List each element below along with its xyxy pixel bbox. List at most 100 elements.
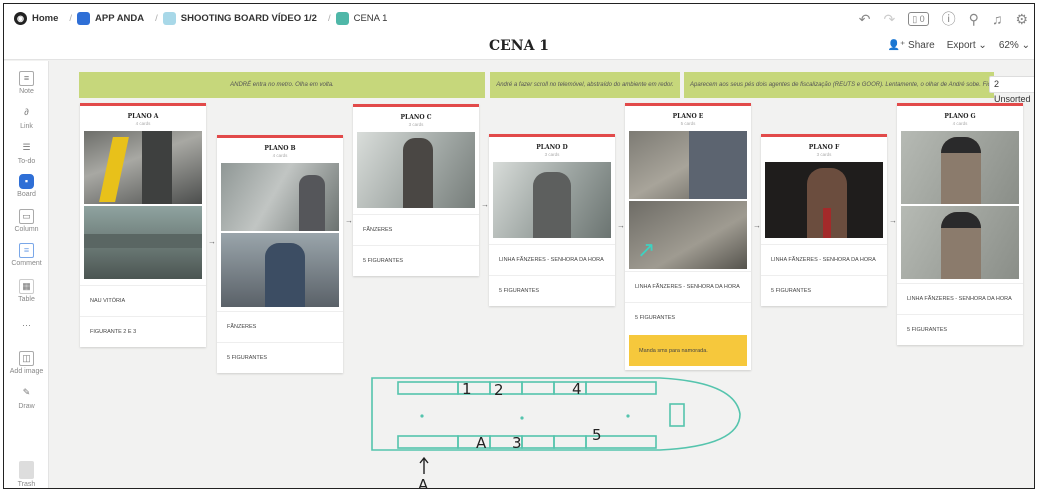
app-frame: ◉ Home / APP ANDA / SHOOTING BOARD VÍDEO… — [3, 3, 1035, 489]
shot-photo — [84, 131, 202, 204]
tool-draw[interactable]: ✎ Draw — [4, 386, 49, 410]
cabin-door — [669, 403, 685, 427]
breadcrumb-shooting-board[interactable]: SHOOTING BOARD VÍDEO 1/2 — [181, 13, 317, 24]
shot-photo: ↗ — [629, 201, 747, 269]
trash-icon — [19, 461, 34, 479]
home-icon[interactable]: ◉ — [14, 11, 27, 25]
seat-row — [521, 381, 555, 395]
undo-icon[interactable]: ↶ — [859, 11, 871, 28]
seat-row — [585, 381, 657, 395]
seat-row — [521, 435, 555, 449]
breadcrumb-cena-1[interactable]: CENA 1 — [354, 13, 388, 24]
card-title: PLANO B — [264, 145, 296, 152]
tool-more[interactable]: ··· — [4, 319, 49, 336]
tool-add-image[interactable]: ◫ Add image — [4, 351, 49, 375]
breadcrumb-home[interactable]: Home — [32, 13, 58, 24]
tool-comment[interactable]: ≡ Comment — [4, 243, 49, 267]
scene-note-banner[interactable]: ANDRÉ entra no metro. Olha em volta. — [79, 72, 485, 98]
board-icon — [335, 11, 349, 25]
card-note: 5 FIGURANTES — [897, 314, 1023, 345]
scene-note-banner[interactable]: Aparecem aos seus pés dois agentes de fi… — [684, 72, 994, 98]
tool-todo[interactable]: ☰ To-do — [4, 141, 49, 165]
card-note: LINHA FÃNZERES - SENHORA DA HORA — [897, 283, 1023, 314]
breadcrumb-separator: / — [69, 12, 73, 24]
card-note: 5 FIGURANTES — [489, 275, 615, 306]
sketch-label: 1 — [462, 380, 472, 398]
connector-arrow: → — [208, 237, 216, 246]
comment-icon: ≡ — [19, 243, 34, 258]
train-layout-sketch[interactable]: 1 2 4 A 3 5 A — [360, 374, 750, 489]
seat-row — [397, 435, 459, 449]
note-icon: ≡ — [19, 71, 34, 86]
chevron-down-icon: ⌄ — [978, 40, 987, 51]
search-icon[interactable]: ⚲ — [969, 11, 979, 28]
card-count: 4 cards — [135, 121, 151, 126]
card-title: PLANO F — [808, 144, 840, 151]
shot-card-plano-a[interactable]: PLANO A 4 cards NAU VITÓRIA FIGURANTE 2 … — [80, 103, 206, 347]
tool-sidebar: ≡ Note ∂ Link ☰ To-do ▪ Board ▭ Column ≡ Comme… — [4, 61, 49, 488]
table-icon: ▦ — [19, 279, 34, 294]
card-title: PLANO G — [944, 113, 976, 120]
card-count: 4 cards — [952, 121, 968, 126]
bell-icon[interactable]: ♫ — [992, 11, 1003, 27]
share-button[interactable]: 👤⁺ Share — [888, 40, 935, 51]
sketch-label: A — [418, 476, 429, 489]
shot-card-plano-d[interactable]: PLANO D 3 cards LINHA FÃNZERES - SENHORA… — [489, 134, 615, 306]
more-icon: ··· — [22, 320, 31, 330]
unsorted-badge[interactable]: 2 Unsorted — [989, 76, 1034, 104]
card-note: 5 FIGURANTES — [625, 302, 751, 333]
tool-trash[interactable]: Trash — [4, 461, 49, 488]
tool-column[interactable]: ▭ Column — [4, 209, 49, 233]
card-note: 5 FIGURANTES — [217, 342, 343, 373]
sketch-label: 5 — [592, 426, 602, 444]
column-icon: ▭ — [19, 209, 34, 224]
card-title: PLANO A — [127, 113, 159, 120]
breadcrumb: ◉ Home / APP ANDA / SHOOTING BOARD VÍDEO… — [14, 11, 388, 25]
tool-table[interactable]: ▦ Table — [4, 279, 49, 303]
devices-badge[interactable]: ▯ 0 — [908, 12, 929, 26]
card-note: LINHA FÃNZERES - SENHORA DA HORA — [761, 244, 887, 275]
board-icon: ▪ — [19, 174, 34, 189]
shot-photo — [629, 131, 747, 199]
card-count: 4 cards — [272, 153, 288, 158]
sketch-label: 4 — [572, 380, 582, 398]
redo-icon[interactable]: ↷ — [883, 11, 895, 28]
card-count: 3 cards — [816, 152, 832, 157]
connector-arrow: → — [481, 200, 489, 209]
shot-card-plano-b[interactable]: PLANO B 4 cards FÃNZERES 5 FIGURANTES — [217, 135, 343, 373]
board-icon — [162, 11, 176, 25]
card-note: LINHA FÃNZERES - SENHORA DA HORA — [489, 244, 615, 275]
tool-board[interactable]: ▪ Board — [4, 174, 49, 198]
shot-photo — [84, 206, 202, 279]
card-title: PLANO E — [672, 113, 704, 120]
breadcrumb-app-anda[interactable]: APP ANDA — [95, 13, 144, 24]
card-note: FÃNZERES — [353, 214, 479, 245]
shot-photo — [901, 131, 1019, 204]
card-yellow-note: Manda sms para namorada. — [629, 335, 747, 366]
gear-icon[interactable]: ⚙ — [1015, 11, 1028, 28]
zoom-select[interactable]: 62% ⌄ — [999, 40, 1030, 51]
card-count: 5 cards — [680, 121, 696, 126]
todo-icon: ☰ — [22, 142, 31, 152]
shot-photo — [493, 162, 611, 238]
image-icon: ◫ — [19, 351, 34, 366]
tool-link[interactable]: ∂ Link — [4, 106, 49, 130]
shot-card-plano-e[interactable]: PLANO E 5 cards ↗ LINHA FÃNZERES - SENHO… — [625, 103, 751, 370]
shot-card-plano-c[interactable]: PLANO C 3 cards FÃNZERES 5 FIGURANTES — [353, 104, 479, 276]
board-icon — [77, 11, 91, 25]
connector-arrow: → — [617, 221, 625, 230]
tool-note[interactable]: ≡ Note — [4, 71, 49, 95]
help-icon[interactable]: ⓘ — [942, 9, 956, 29]
seat-row — [553, 435, 587, 449]
card-note: NAU VITÓRIA — [80, 285, 206, 316]
chevron-down-icon: ⌄ — [1021, 40, 1030, 51]
shot-card-plano-g[interactable]: PLANO G 4 cards LINHA FÃNZERES - SENHORA… — [897, 103, 1023, 345]
shot-card-plano-f[interactable]: PLANO F 3 cards LINHA FÃNZERES - SENHORA… — [761, 134, 887, 306]
card-note: FÃNZERES — [217, 311, 343, 342]
sketch-label: A — [476, 434, 487, 452]
card-note: 5 FIGURANTES — [353, 245, 479, 276]
export-button[interactable]: Export ⌄ — [947, 40, 987, 51]
scene-note-banner[interactable]: André a fazer scroll no telemóvel, abstr… — [490, 72, 680, 98]
seat-row — [397, 381, 459, 395]
card-count: 3 cards — [544, 152, 560, 157]
